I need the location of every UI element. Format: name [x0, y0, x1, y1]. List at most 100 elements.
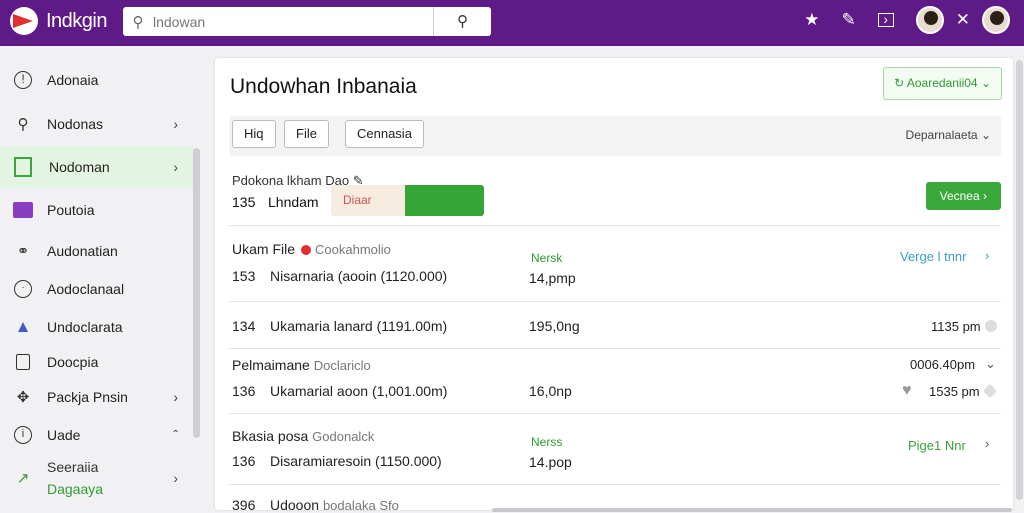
chevron-right-icon: › — [173, 159, 178, 175]
mountain-icon: ▲ — [14, 317, 32, 336]
cennasia-button[interactable]: Cennasia — [345, 120, 424, 148]
hiq-button[interactable]: Hiq — [232, 120, 276, 148]
star-icon[interactable]: ★ — [804, 10, 819, 30]
sidebar-item-audonatian[interactable]: ⚭ Audonatian — [0, 232, 194, 270]
sidebar-item-label: Aodoclanaal — [47, 281, 125, 297]
search-button[interactable]: ⚲ — [433, 7, 491, 36]
row-desc: Ukamaria lanard (1191.00m) — [270, 318, 448, 334]
sidebar-item-sublabel: Dagaaya — [47, 481, 104, 497]
chevron-up-icon: ˆ — [173, 427, 178, 443]
app-logo[interactable]: Indkgin — [10, 7, 108, 35]
sidebar-item-label: Packja Pnsin — [47, 389, 128, 405]
refresh-icon: ↻ — [894, 76, 907, 90]
row-time: 1535 pm — [929, 384, 980, 399]
sidebar-item-nodoman[interactable]: Nodoman › — [0, 146, 194, 188]
toolbar: Hiq File Cennasia Deparnalaeta ⌄ — [229, 116, 1001, 156]
divider — [229, 301, 1001, 302]
heart-icon[interactable]: ♥ — [902, 383, 916, 399]
alert-dot-icon — [301, 245, 312, 255]
sidebar-scrollbar[interactable] — [193, 148, 200, 438]
sidebar-item-poutoia[interactable]: Poutoia — [0, 188, 194, 232]
sidebar-item-label: Adonaia — [47, 72, 99, 88]
chevron-right-icon[interactable]: › — [985, 436, 989, 451]
department-dropdown[interactable]: Deparnalaeta ⌄ — [906, 128, 991, 142]
diamond-icon — [982, 383, 998, 399]
row-value: 195,0ng — [529, 318, 580, 334]
pencil-icon[interactable]: ✎ — [842, 10, 856, 30]
square-icon — [14, 157, 32, 177]
chevron-right-icon: › — [983, 189, 987, 203]
move-icon: ✥ — [16, 389, 30, 406]
status-toggle[interactable]: Diaar — [331, 185, 484, 216]
table-row[interactable]: Bkasia posa Godonalck — [232, 428, 374, 444]
avatar[interactable] — [982, 6, 1010, 34]
sidebar-item-seeraiia[interactable]: ↗ Seeraiia Dagaaya › — [0, 454, 194, 502]
sidebar-item-uade[interactable]: i Uade ˆ — [0, 416, 194, 454]
row-tag: Nerss — [531, 435, 563, 449]
row-title: Bkasia posa — [232, 428, 309, 444]
chevron-right-icon: › — [173, 470, 178, 486]
horizontal-scrollbar[interactable] — [492, 508, 1012, 512]
sidebar-item-aodoclanaal[interactable]: · Aodoclanaal — [0, 270, 194, 308]
row-number: 136 — [232, 383, 256, 399]
chevron-right-icon: › — [173, 116, 178, 132]
row-subtitle: Godonalck — [312, 429, 375, 444]
main-panel: Undowhan Inbanaia ↻ Aoaredanii04 ⌄ Hiq F… — [215, 58, 1013, 513]
document-icon — [12, 351, 34, 373]
status-badge[interactable]: ↻ Aoaredanii04 ⌄ — [883, 67, 1002, 100]
vecnea-button[interactable]: Vecnea › — [925, 182, 1001, 210]
avatar[interactable] — [915, 6, 944, 34]
search-input[interactable] — [153, 8, 423, 35]
sidebar-item-undoclarata[interactable]: ▲ Undoclarata — [0, 308, 194, 346]
status-label: Diaar — [331, 185, 405, 216]
row-desc: Disaramiaresoin (1150.000) — [270, 453, 442, 469]
row-link[interactable]: Pige1 Nnr — [908, 438, 966, 453]
row-value: 16,0np — [529, 383, 572, 399]
status-fill — [405, 185, 484, 216]
row-number: 134 — [232, 318, 256, 334]
row-title: Pelmaimane — [232, 357, 310, 373]
table-row[interactable]: Pelmaimane Doclariclo — [232, 357, 371, 373]
row-link[interactable]: Verge l tnnr — [900, 249, 967, 264]
file-button[interactable]: File — [284, 120, 329, 148]
divider — [229, 225, 1001, 226]
sidebar-item-label: Nodonas — [47, 116, 104, 132]
chevron-right-icon[interactable]: › — [985, 248, 989, 263]
vertical-scrollbar[interactable] — [1016, 60, 1023, 500]
page-title: Undowhan Inbanaia — [230, 75, 417, 98]
sidebar-item-packja-pnsin[interactable]: ✥ Packja Pnsin › — [0, 378, 194, 416]
sidebar-item-label: Undoclarata — [47, 319, 123, 335]
row-number: 153 — [232, 268, 256, 284]
app-name: Indkgin — [46, 9, 108, 32]
row-desc: Udooon bodalaka Sfo — [270, 497, 399, 513]
row-value: 14,pmp — [529, 270, 576, 286]
top-bar: Indkgin ⚲ ⚲ ★ ✎ › ✕ — [0, 0, 1024, 46]
sidebar-item-adonaia[interactable]: ! Adonaia — [0, 58, 194, 102]
row-desc: Nisarnaria (aooin (1120.000) — [270, 268, 448, 284]
table-row[interactable]: Ukam File Cookahmolio — [232, 241, 391, 257]
row-number: 136 — [232, 453, 256, 469]
clock-icon: · — [12, 278, 34, 300]
row-number: 135 — [232, 194, 256, 210]
row-number: 396 — [232, 497, 256, 513]
alert-circle-icon: ! — [12, 69, 34, 91]
divider — [229, 413, 1001, 414]
sidebar-item-label: Uade — [47, 427, 81, 443]
sidebar-item-label: Seeraiia — [47, 459, 99, 475]
chevron-down-icon: ⌄ — [980, 128, 991, 142]
terminal-icon[interactable]: › — [877, 12, 894, 27]
chevron-down-icon[interactable]: ⌄ — [985, 356, 996, 372]
logo-icon — [10, 7, 38, 35]
row-title: Ukam File — [232, 241, 296, 257]
sidebar: ! Adonaia ⚲ Nodonas › Nodoman › Poutoia … — [0, 58, 194, 512]
divider — [229, 484, 1001, 485]
chevron-down-icon: ⌄ — [977, 76, 991, 90]
sidebar-item-label: Poutoia — [47, 202, 95, 218]
sidebar-item-doocpia[interactable]: Doocpia — [0, 346, 194, 378]
row-name: Lhndam — [268, 194, 319, 210]
row-value: 14.pop — [529, 454, 572, 470]
sidebar-item-nodonas[interactable]: ⚲ Nodonas › — [0, 102, 194, 146]
close-icon[interactable]: ✕ — [956, 10, 970, 30]
row-tag: Nersk — [531, 251, 563, 265]
toolbar-icons: ★ ✎ › ✕ — [804, 6, 1010, 34]
